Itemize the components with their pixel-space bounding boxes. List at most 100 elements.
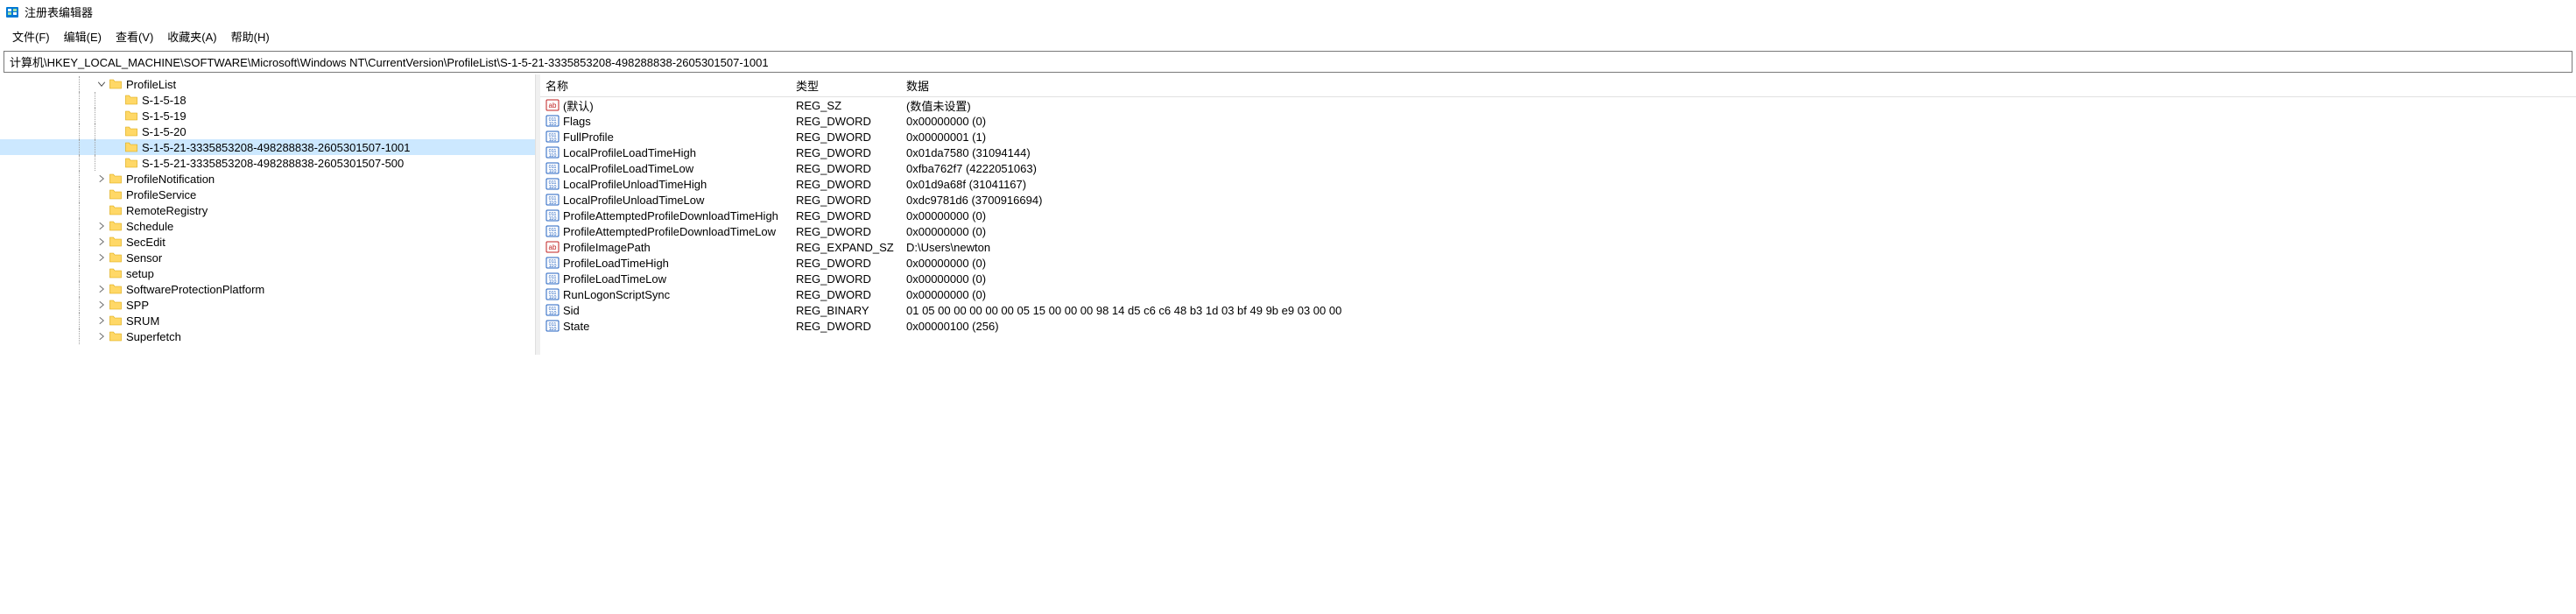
values-header: 名称 类型 数据 [540,74,2576,97]
value-data: 0xfba762f7 (4222051063) [901,162,2576,175]
value-name: LocalProfileUnloadTimeLow [563,194,704,207]
tree-node[interactable]: S-1-5-18 [0,92,535,108]
titlebar-text: 注册表编辑器 [25,4,93,20]
value-type: REG_DWORD [791,225,901,238]
chevron-right-icon[interactable] [95,329,109,343]
value-name: LocalProfileUnloadTimeHigh [563,178,707,191]
value-row[interactable]: ProfileImagePathREG_EXPAND_SZD:\Users\ne… [540,239,2576,255]
tree-label: setup [126,267,154,280]
value-type: REG_DWORD [791,115,901,128]
tree-node[interactable]: SPP [0,297,535,313]
content-area: ProfileListS-1-5-18S-1-5-19S-1-5-20S-1-5… [0,74,2576,355]
tree-node[interactable]: setup [0,265,535,281]
binary-value-icon [545,224,560,238]
tree-node[interactable]: S-1-5-21-3335853208-498288838-2605301507… [0,155,535,171]
tree-label: Superfetch [126,330,181,343]
value-row[interactable]: StateREG_DWORD0x00000100 (256) [540,318,2576,334]
value-data: 0x01da7580 (31094144) [901,146,2576,159]
value-data: (数值未设置) [901,97,2576,114]
value-row[interactable]: LocalProfileLoadTimeHighREG_DWORD0x01da7… [540,145,2576,160]
chevron-right-icon[interactable] [95,282,109,296]
folder-icon [109,329,123,343]
tree-node[interactable]: Superfetch [0,328,535,344]
tree-node[interactable]: SoftwareProtectionPlatform [0,281,535,297]
value-row[interactable]: SidREG_BINARY01 05 00 00 00 00 00 05 15 … [540,302,2576,318]
folder-icon [109,187,123,201]
value-data: 0x01d9a68f (31041167) [901,178,2576,191]
tree-label: ProfileService [126,188,196,201]
chevron-right-icon[interactable] [95,314,109,328]
value-data: 0x00000000 (0) [901,209,2576,222]
tree-label: RemoteRegistry [126,204,208,217]
binary-value-icon [545,161,560,175]
value-row[interactable]: ProfileAttemptedProfileDownloadTimeHigh R… [540,208,2576,223]
value-type: REG_DWORD [791,194,901,207]
tree-node[interactable]: Schedule [0,218,535,234]
value-name: Sid [563,304,580,317]
folder-icon [124,140,138,154]
menu-view[interactable]: 查看(V) [109,25,160,47]
value-data: 01 05 00 00 00 00 00 05 15 00 00 00 98 1… [901,304,2576,317]
chevron-right-icon[interactable] [95,298,109,312]
header-data[interactable]: 数据 [901,74,2576,96]
value-name: ProfileAttemptedProfileDownloadTimeHigh [563,209,778,222]
tree-label: SecEdit [126,236,165,249]
menu-help[interactable]: 帮助(H) [224,25,277,47]
binary-value-icon [545,130,560,144]
menu-file[interactable]: 文件(F) [5,25,57,47]
value-name: LocalProfileLoadTimeHigh [563,146,696,159]
chevron-down-icon[interactable] [95,77,109,91]
value-row[interactable]: ProfileLoadTimeHighREG_DWORD0x00000000 (… [540,255,2576,271]
folder-icon [109,266,123,280]
chevron-right-icon[interactable] [95,235,109,249]
menu-edit[interactable]: 编辑(E) [57,25,109,47]
tree-panel: ProfileListS-1-5-18S-1-5-19S-1-5-20S-1-5… [0,74,536,355]
tree-node[interactable]: Sensor [0,250,535,265]
value-row[interactable]: LocalProfileUnloadTimeLow REG_DWORD0xdc97… [540,192,2576,208]
tree-node[interactable]: RemoteRegistry [0,202,535,218]
tree-label: SRUM [126,314,159,328]
header-name[interactable]: 名称 [540,74,791,96]
value-data: 0x00000000 (0) [901,257,2576,270]
folder-icon [109,314,123,328]
tree-node[interactable]: ProfileNotification [0,171,535,187]
value-row[interactable]: LocalProfileUnloadTimeHighREG_DWORD0x01d… [540,176,2576,192]
folder-icon [109,235,123,249]
tree-node[interactable]: SRUM [0,313,535,328]
value-type: REG_DWORD [791,320,901,333]
tree-node[interactable]: ProfileService [0,187,535,202]
menu-favorites[interactable]: 收藏夹(A) [160,25,223,47]
tree-label: ProfileNotification [126,173,215,186]
value-row[interactable]: LocalProfileLoadTimeLow REG_DWORD0xfba762… [540,160,2576,176]
folder-icon [109,298,123,312]
value-row[interactable]: FlagsREG_DWORD0x00000000 (0) [540,113,2576,129]
chevron-right-icon[interactable] [95,251,109,265]
header-type[interactable]: 类型 [791,74,901,96]
string-value-icon [545,240,560,254]
value-row[interactable]: (默认)REG_SZ(数值未设置) [540,97,2576,113]
value-data: 0xdc9781d6 (3700916694) [901,194,2576,207]
value-row[interactable]: ProfileLoadTimeLowREG_DWORD0x00000000 (0… [540,271,2576,286]
binary-value-icon [545,145,560,159]
tree-node[interactable]: S-1-5-20 [0,124,535,139]
value-row[interactable]: FullProfileREG_DWORD0x00000001 (1) [540,129,2576,145]
value-name: RunLogonScriptSync [563,288,670,301]
regedit-icon [5,5,19,19]
value-row[interactable]: RunLogonScriptSyncREG_DWORD0x00000000 (0… [540,286,2576,302]
address-bar[interactable]: 计算机\HKEY_LOCAL_MACHINE\SOFTWARE\Microsof… [4,51,2572,73]
value-type: REG_DWORD [791,288,901,301]
tree-label: S-1-5-19 [142,109,187,123]
value-type: REG_DWORD [791,209,901,222]
tree-label: Sensor [126,251,162,265]
value-row[interactable]: ProfileAttemptedProfileDownloadTimeLowRE… [540,223,2576,239]
value-name: LocalProfileLoadTimeLow [563,162,693,175]
chevron-right-icon[interactable] [95,172,109,186]
registry-tree[interactable]: ProfileListS-1-5-18S-1-5-19S-1-5-20S-1-5… [0,74,535,344]
tree-node[interactable]: S-1-5-21-3335853208-498288838-2605301507… [0,139,535,155]
tree-node[interactable]: SecEdit [0,234,535,250]
chevron-right-icon[interactable] [95,219,109,233]
tree-node[interactable]: ProfileList [0,76,535,92]
folder-icon [109,77,123,91]
value-type: REG_DWORD [791,162,901,175]
tree-node[interactable]: S-1-5-19 [0,108,535,124]
